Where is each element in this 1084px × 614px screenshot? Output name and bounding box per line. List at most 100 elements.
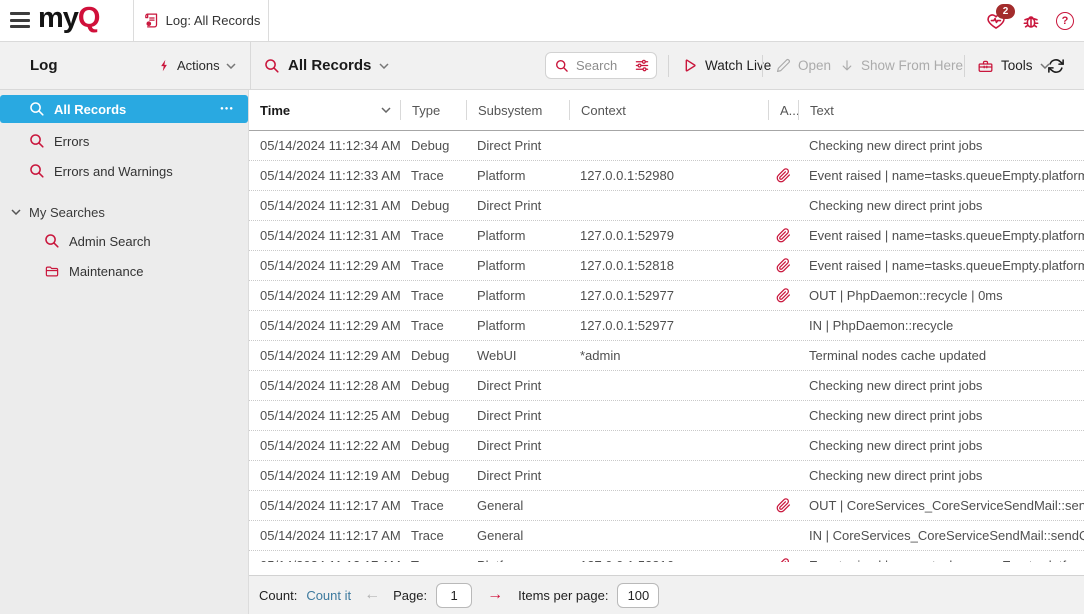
search-icon xyxy=(29,133,45,149)
cell-subsystem: Direct Print xyxy=(466,438,569,453)
attachment-icon[interactable] xyxy=(776,498,791,513)
tab-log-all-records[interactable]: Log: All Records xyxy=(133,0,269,41)
filter-sliders-icon[interactable] xyxy=(634,58,650,73)
cell-time: 05/14/2024 11:12:33 AM xyxy=(249,168,400,183)
sidebar-item-all-records[interactable]: All Records●●● xyxy=(0,95,248,123)
search-icon xyxy=(44,233,60,249)
next-page-icon[interactable]: → xyxy=(487,586,503,604)
bug-report-icon[interactable] xyxy=(1021,11,1041,31)
table-row[interactable]: 05/14/2024 11:12:17 AMTraceGeneralIN | C… xyxy=(249,521,1084,551)
notification-badge: 2 xyxy=(996,4,1015,19)
table-row[interactable]: 05/14/2024 11:12:34 AMDebugDirect PrintC… xyxy=(249,131,1084,161)
cell-text: Terminal nodes cache updated xyxy=(798,348,1084,363)
play-icon xyxy=(681,57,698,74)
previous-page-icon: ← xyxy=(364,586,380,604)
search-input[interactable]: Search xyxy=(545,52,657,79)
column-header-subsystem[interactable]: Subsystem xyxy=(466,100,569,120)
cell-type: Debug xyxy=(400,438,466,453)
table-row[interactable]: 05/14/2024 11:12:22 AMDebugDirect PrintC… xyxy=(249,431,1084,461)
cell-time: 05/14/2024 11:12:29 AM xyxy=(249,318,400,333)
cell-time: 05/14/2024 11:12:29 AM xyxy=(249,258,400,273)
menu-icon[interactable] xyxy=(10,12,30,28)
cell-subsystem: Direct Print xyxy=(466,138,569,153)
sidebar-item-errors-and-warnings[interactable]: Errors and Warnings xyxy=(0,157,248,185)
table-row[interactable]: 05/14/2024 11:12:28 AMDebugDirect PrintC… xyxy=(249,371,1084,401)
items-per-page-input[interactable] xyxy=(617,583,659,608)
cell-attachment xyxy=(768,288,798,303)
column-header-type[interactable]: Type xyxy=(400,100,466,120)
sidebar-item-maintenance[interactable]: Maintenance xyxy=(0,257,248,285)
column-header-context[interactable]: Context xyxy=(569,100,768,120)
cell-subsystem: General xyxy=(466,498,569,513)
sidebar-group-my-searches[interactable]: My Searches xyxy=(0,199,248,225)
sidebar: All Records●●●ErrorsErrors and Warnings … xyxy=(0,90,249,614)
table-row[interactable]: 05/14/2024 11:12:31 AMDebugDirect PrintC… xyxy=(249,191,1084,221)
cell-context: 127.0.0.1:52980 xyxy=(569,168,768,183)
cell-attachment xyxy=(768,168,798,183)
count-label: Count: xyxy=(259,588,297,603)
count-it-link[interactable]: Count it xyxy=(306,588,351,603)
sidebar-item-label: Maintenance xyxy=(69,264,143,279)
more-options-icon[interactable]: ●●● xyxy=(220,106,234,112)
actions-button[interactable]: Actions xyxy=(158,42,236,89)
system-health-icon[interactable]: 2 xyxy=(986,11,1006,31)
cell-subsystem: Direct Print xyxy=(466,468,569,483)
table-row[interactable]: 05/14/2024 11:12:17 AMTracePlatform127.0… xyxy=(249,551,1084,562)
myq-logo[interactable]: myQ xyxy=(38,2,99,35)
table-row[interactable]: 05/14/2024 11:12:31 AMTracePlatform127.0… xyxy=(249,221,1084,251)
page-label: Page: xyxy=(393,588,427,603)
refresh-button[interactable] xyxy=(1047,42,1065,89)
items-per-page-label: Items per page: xyxy=(518,588,608,603)
cell-text: Checking new direct print jobs xyxy=(798,378,1084,393)
cell-subsystem: Platform xyxy=(466,558,569,562)
attachment-icon[interactable] xyxy=(776,288,791,303)
table-body: 05/14/2024 11:12:34 AMDebugDirect PrintC… xyxy=(249,131,1084,562)
table-row[interactable]: 05/14/2024 11:12:29 AMTracePlatform127.0… xyxy=(249,281,1084,311)
cell-type: Trace xyxy=(400,558,466,562)
attachment-icon[interactable] xyxy=(776,168,791,183)
cell-text: Checking new direct print jobs xyxy=(798,198,1084,213)
cell-type: Trace xyxy=(400,498,466,513)
attachment-icon[interactable] xyxy=(776,558,791,562)
chevron-down-icon xyxy=(379,63,389,69)
watch-live-button[interactable]: Watch Live xyxy=(681,42,771,89)
cell-type: Debug xyxy=(400,138,466,153)
cell-time: 05/14/2024 11:12:17 AM xyxy=(249,558,400,562)
cell-context: 127.0.0.1:52977 xyxy=(569,288,768,303)
search-icon xyxy=(29,163,45,179)
cell-text: Event raised | name=tasks.queueEmpty.pla… xyxy=(798,168,1084,183)
cell-subsystem: Platform xyxy=(466,168,569,183)
sidebar-item-label: Errors xyxy=(54,134,89,149)
help-icon[interactable]: ? xyxy=(1056,12,1074,30)
cell-subsystem: Platform xyxy=(466,258,569,273)
attachment-icon[interactable] xyxy=(776,228,791,243)
search-icon xyxy=(555,59,569,73)
table-row[interactable]: 05/14/2024 11:12:29 AMTracePlatform127.0… xyxy=(249,311,1084,341)
column-header-time[interactable]: Time xyxy=(249,100,400,120)
sort-chevron-icon xyxy=(381,107,391,113)
page-input[interactable] xyxy=(436,583,472,608)
cell-type: Trace xyxy=(400,528,466,543)
cell-text: IN | PhpDaemon::recycle xyxy=(798,318,1084,333)
cell-time: 05/14/2024 11:12:29 AM xyxy=(249,348,400,363)
column-header-text[interactable]: Text xyxy=(798,100,1084,120)
pencil-icon xyxy=(776,58,791,73)
cell-subsystem: Direct Print xyxy=(466,408,569,423)
table-row[interactable]: 05/14/2024 11:12:25 AMDebugDirect PrintC… xyxy=(249,401,1084,431)
tools-button[interactable]: Tools xyxy=(977,42,1050,89)
cell-time: 05/14/2024 11:12:28 AM xyxy=(249,378,400,393)
table-row[interactable]: 05/14/2024 11:12:33 AMTracePlatform127.0… xyxy=(249,161,1084,191)
table-row[interactable]: 05/14/2024 11:12:29 AMDebugWebUI*adminTe… xyxy=(249,341,1084,371)
attachment-icon[interactable] xyxy=(776,258,791,273)
view-selector[interactable]: All Records xyxy=(264,42,389,89)
sidebar-item-admin-search[interactable]: Admin Search xyxy=(0,227,248,255)
sidebar-item-errors[interactable]: Errors xyxy=(0,127,248,155)
table-row[interactable]: 05/14/2024 11:12:19 AMDebugDirect PrintC… xyxy=(249,461,1084,491)
column-header-attachment[interactable]: A... xyxy=(768,100,798,120)
cell-time: 05/14/2024 11:12:29 AM xyxy=(249,288,400,303)
cell-attachment xyxy=(768,558,798,562)
log-scroll-icon xyxy=(142,12,159,29)
cell-type: Debug xyxy=(400,468,466,483)
table-row[interactable]: 05/14/2024 11:12:17 AMTraceGeneralOUT | … xyxy=(249,491,1084,521)
table-row[interactable]: 05/14/2024 11:12:29 AMTracePlatform127.0… xyxy=(249,251,1084,281)
